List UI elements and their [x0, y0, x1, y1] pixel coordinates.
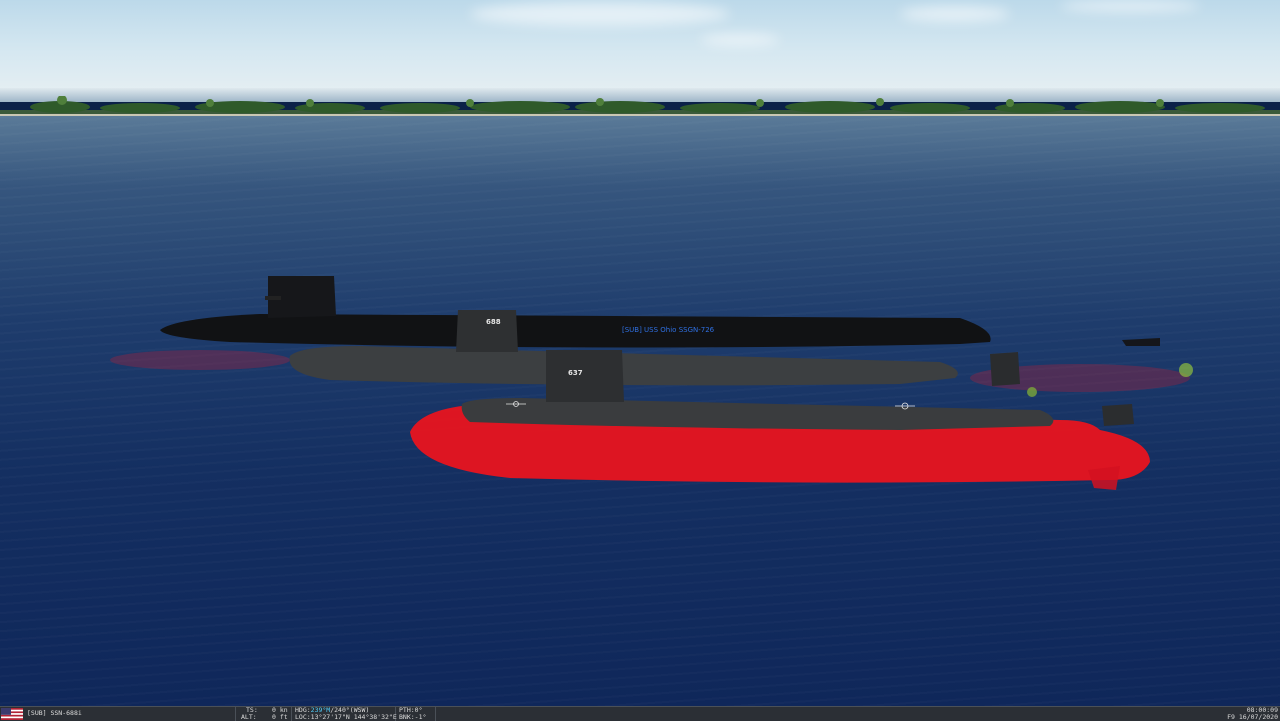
hull-reflection [110, 350, 290, 370]
player-unit-name: [SUB] SSN-688i [27, 709, 82, 717]
unit-cell: [SUB] SSN-688i [0, 707, 236, 721]
hull-number-688: 688 [486, 318, 501, 326]
debris [1179, 363, 1193, 377]
speed-alt-cell: TS: 0 kn ALT: 0 ft [236, 707, 292, 721]
debris [1027, 387, 1037, 397]
hull-number-637: 637 [568, 369, 583, 377]
submarine-ohio[interactable] [160, 276, 1160, 348]
unit-label-ohio[interactable]: [SUB] USS Ohio SSGN-726 [622, 326, 714, 334]
submarines-layer [110, 276, 1193, 490]
status-bar: [SUB] SSN-688i TS: 0 kn ALT: 0 ft HDG:23… [0, 706, 1280, 721]
us-flag-icon [1, 708, 23, 720]
attitude-cell: PTH:0° BNK:-1° [396, 707, 436, 721]
game-viewport[interactable]: 688 637 [SUB] USS Ohio SSGN-726 [0, 0, 1280, 720]
heading-loc-cell: HDG:239°M/240°(WSW) LOC:13°27'17"N 144°3… [292, 707, 397, 721]
